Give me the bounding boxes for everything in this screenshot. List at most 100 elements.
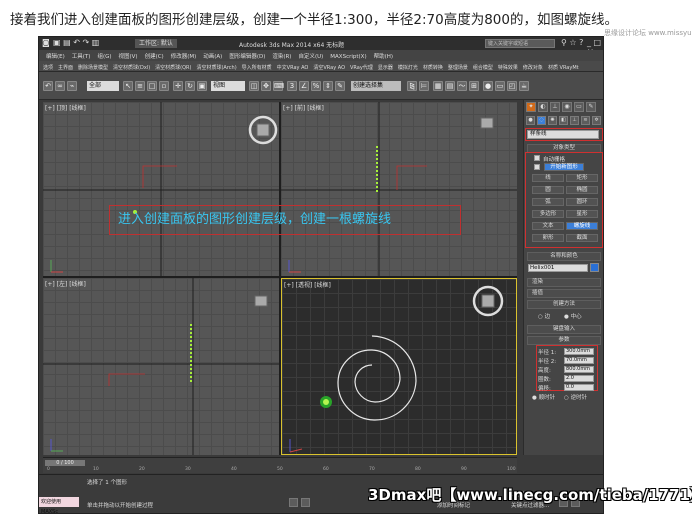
layer-manager-icon[interactable]: ▦: [433, 81, 443, 91]
ribbon-item[interactable]: 清空材质球(QR): [154, 64, 192, 71]
motion-tab-icon[interactable]: ◉: [562, 102, 572, 112]
time-slider[interactable]: 0 / 100: [45, 460, 85, 466]
viewport-perspective[interactable]: [+] [透视] [线框]: [281, 278, 517, 455]
shape-button[interactable]: 圆环: [566, 198, 598, 206]
keyboard-entry-rollout[interactable]: 键盘输入: [527, 325, 601, 334]
object-name-field[interactable]: Helix001: [528, 264, 588, 272]
param-field[interactable]: 800.0mm: [564, 366, 594, 373]
workspace-dropdown[interactable]: 工作区: 默认: [135, 39, 177, 48]
ribbon-toggle-icon[interactable]: ▤: [445, 81, 455, 91]
rotate-icon[interactable]: ↻: [185, 81, 195, 91]
shape-button[interactable]: 多边形: [532, 210, 564, 218]
select-manipulate-icon[interactable]: ✥: [261, 81, 271, 91]
cw-radio[interactable]: ● 顺时针: [532, 393, 555, 401]
create-tab-icon[interactable]: ✦: [526, 102, 536, 112]
edit-named-sets-icon[interactable]: ✎: [335, 81, 345, 91]
reference-coord-dropdown[interactable]: 视图: [211, 81, 245, 91]
selection-filter-dropdown[interactable]: 全部: [87, 81, 119, 91]
help-icons[interactable]: ⚲ ☆ ?: [561, 38, 583, 47]
object-color-swatch[interactable]: [590, 263, 599, 272]
menu-item[interactable]: 工具(T): [72, 52, 91, 60]
app-logo-icon[interactable]: ◙: [42, 38, 50, 47]
center-radio[interactable]: ● 中心: [564, 312, 582, 320]
shape-button[interactable]: 椭圆: [566, 186, 598, 194]
ribbon-item[interactable]: 修改对象: [522, 64, 544, 71]
ribbon-item[interactable]: 主界面: [57, 64, 74, 71]
schematic-view-icon[interactable]: ⊞: [469, 81, 479, 91]
scale-icon[interactable]: ▣: [197, 81, 207, 91]
lights-icon[interactable]: ✺: [548, 116, 557, 125]
angle-snap-icon[interactable]: ∠: [299, 81, 309, 91]
menu-item[interactable]: 自定义(U): [298, 52, 323, 60]
mirror-icon[interactable]: ⧎: [407, 81, 417, 91]
interpolation-rollout[interactable]: 插值: [527, 289, 601, 298]
shape-button[interactable]: 卵形: [532, 234, 564, 242]
shape-button[interactable]: 截面: [566, 234, 598, 242]
creation-method-rollout[interactable]: 创建方法: [527, 300, 601, 309]
param-field[interactable]: 2.0: [564, 375, 594, 382]
ribbon-item[interactable]: 显示器: [377, 64, 394, 71]
search-input[interactable]: 键入关键字或短语: [485, 39, 555, 48]
ribbon-item[interactable]: 模拟灯光: [397, 64, 419, 71]
shape-button[interactable]: 文本: [532, 222, 564, 230]
render-setup-icon[interactable]: ▭: [495, 81, 505, 91]
ribbon-item[interactable]: 材质 VRayMt: [547, 64, 580, 71]
ribbon-item[interactable]: 材质转换: [422, 64, 444, 71]
lock-icon[interactable]: [289, 498, 298, 507]
ribbon-item[interactable]: 特殊效果: [497, 64, 519, 71]
shapes-icon[interactable]: ◌: [537, 116, 546, 125]
shape-button[interactable]: 圆: [532, 186, 564, 194]
percent-snap-icon[interactable]: %: [311, 81, 321, 91]
unlink-icon[interactable]: ⌁: [67, 81, 77, 91]
align-icon[interactable]: ⊨: [419, 81, 429, 91]
menu-item[interactable]: 帮助(H): [374, 52, 393, 60]
rect-select-icon[interactable]: □: [147, 81, 157, 91]
rendering-rollout[interactable]: 渲染: [527, 278, 601, 287]
menu-item[interactable]: MAXScript(X): [330, 54, 366, 60]
modify-tab-icon[interactable]: ◐: [538, 102, 548, 112]
ribbon-item[interactable]: VRay代理: [349, 64, 374, 71]
select-by-name-icon[interactable]: ≡: [135, 81, 145, 91]
parameters-rollout[interactable]: 参数: [527, 336, 601, 345]
named-selection-dropdown[interactable]: 创建选择集: [351, 81, 401, 91]
quick-access-icons[interactable]: ▣ ▤ ↶ ↷ ▥: [53, 38, 99, 47]
shape-button[interactable]: 螺旋线: [566, 222, 598, 230]
systems-icon[interactable]: ✲: [592, 116, 601, 125]
menu-item[interactable]: 修改器(M): [171, 52, 197, 60]
undo-icon[interactable]: ↶: [43, 81, 53, 91]
geometry-icon[interactable]: ●: [526, 116, 535, 125]
name-color-rollout[interactable]: 名称和颜色: [527, 252, 601, 261]
helpers-icon[interactable]: ⊥: [570, 116, 579, 125]
param-field[interactable]: 70.0mm: [564, 357, 594, 364]
shape-button[interactable]: 线: [532, 174, 564, 182]
edge-radio[interactable]: ○ 边: [538, 312, 550, 320]
shape-button[interactable]: 星形: [566, 210, 598, 218]
ribbon-item[interactable]: 组合模型: [472, 64, 494, 71]
param-field[interactable]: 300.0mm: [564, 348, 594, 355]
display-tab-icon[interactable]: ▭: [574, 102, 584, 112]
viewport-top[interactable]: [+] [顶] [线框]: [43, 102, 279, 276]
keyboard-shortcut-icon[interactable]: ⌨: [273, 81, 284, 91]
pivot-icon[interactable]: ◫: [249, 81, 259, 91]
rendered-frame-icon[interactable]: ◰: [507, 81, 517, 91]
menu-item[interactable]: 渲染(R): [272, 52, 291, 60]
menu-item[interactable]: 组(G): [97, 52, 111, 60]
move-icon[interactable]: ✛: [173, 81, 183, 91]
spinner-snap-icon[interactable]: ⇕: [323, 81, 333, 91]
select-icon[interactable]: ↖: [123, 81, 133, 91]
render-icon[interactable]: ☕: [519, 81, 529, 91]
menu-item[interactable]: 动画(A): [203, 52, 222, 60]
snap-3-icon[interactable]: 3: [287, 81, 297, 91]
spacewarps-icon[interactable]: ≋: [581, 116, 590, 125]
ribbon-item[interactable]: 清空VRay AO: [312, 64, 346, 71]
menu-item[interactable]: 视图(V): [119, 52, 138, 60]
utilities-tab-icon[interactable]: ✎: [586, 102, 596, 112]
shape-button[interactable]: 弧: [532, 198, 564, 206]
absolute-mode-icon[interactable]: [301, 498, 310, 507]
menu-item[interactable]: 创建(C): [145, 52, 164, 60]
hierarchy-tab-icon[interactable]: ⊥: [550, 102, 560, 112]
shape-button[interactable]: 矩形: [566, 174, 598, 182]
ribbon-item[interactable]: 清空材质球(Dxl): [112, 64, 151, 71]
window-crossing-icon[interactable]: ▫: [159, 81, 169, 91]
ribbon-item[interactable]: 清空材质球(Arch): [195, 64, 237, 71]
